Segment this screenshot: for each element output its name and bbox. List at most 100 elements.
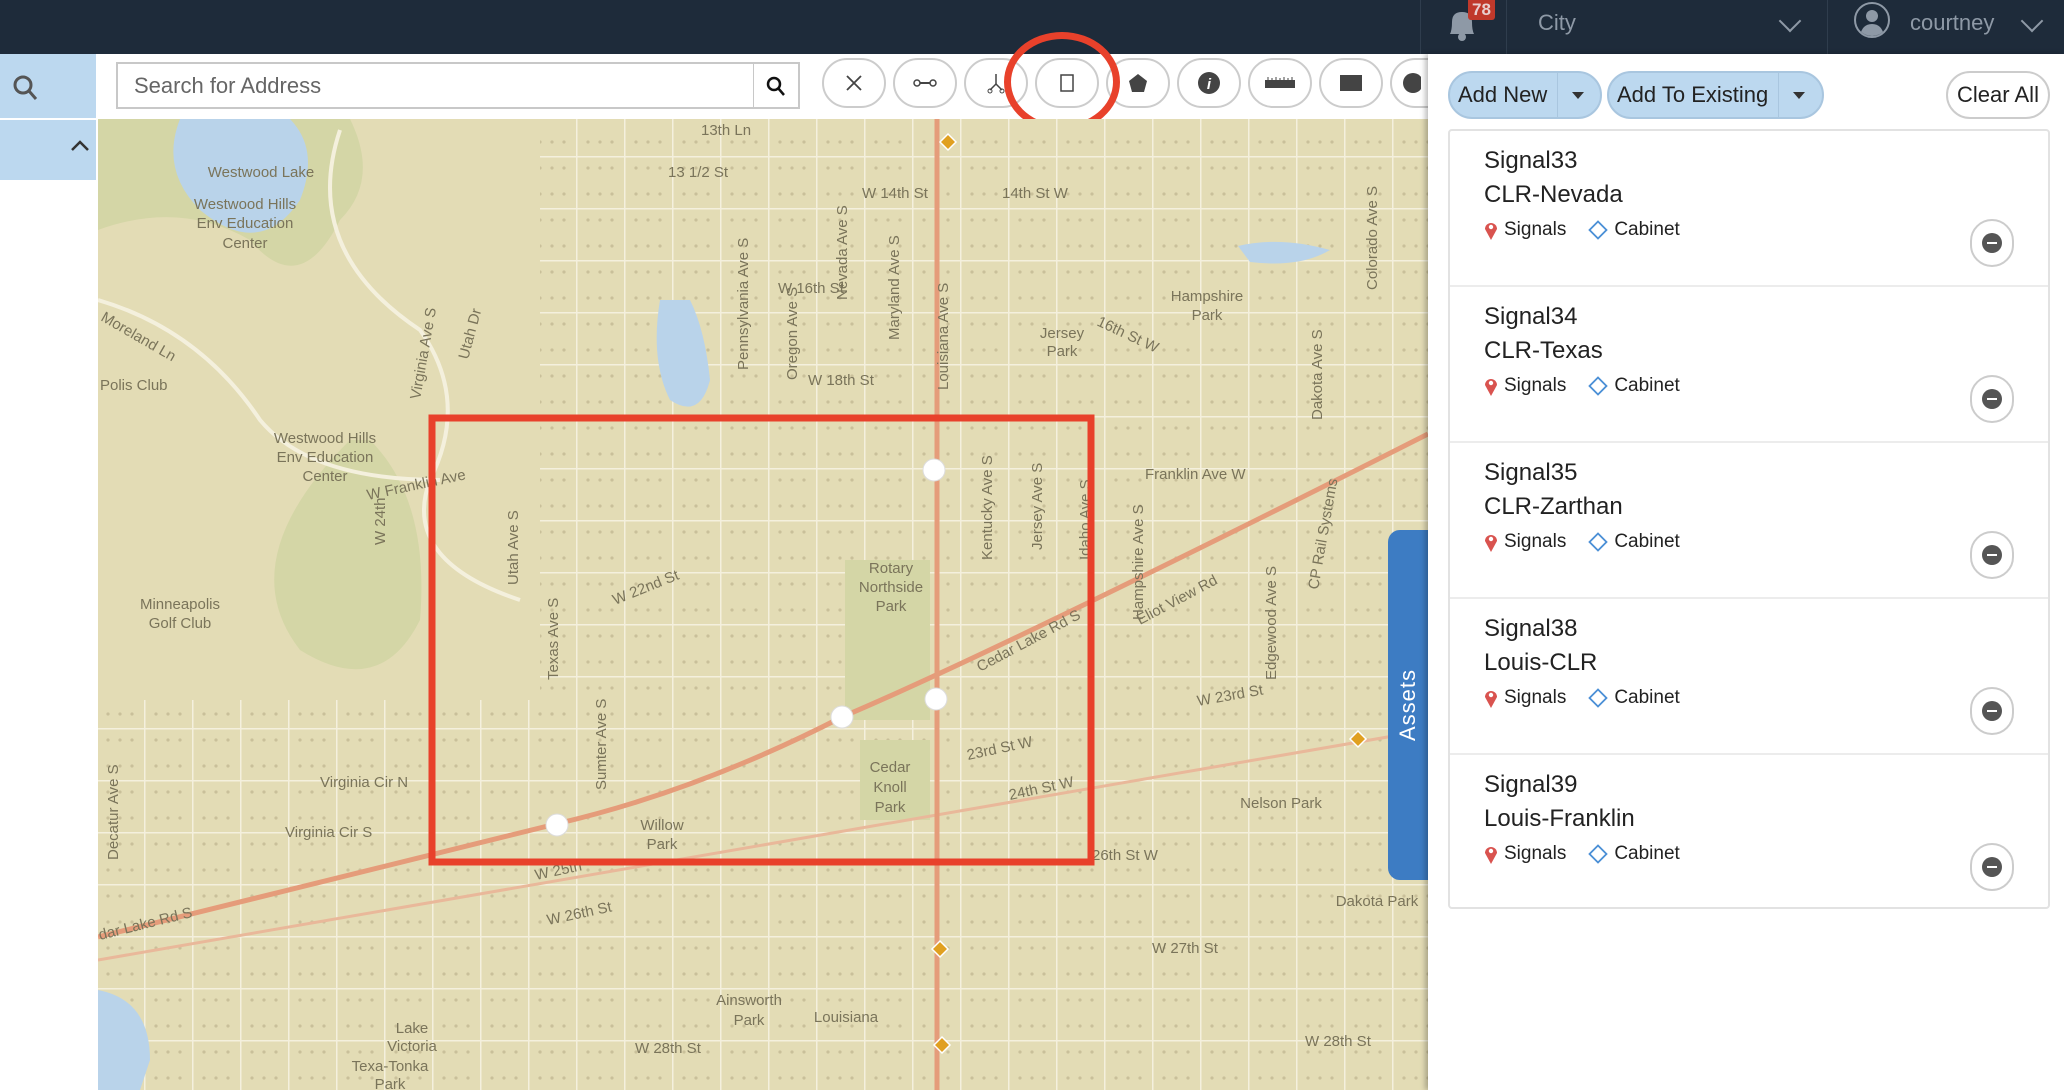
minus-circle-icon bbox=[1982, 857, 2002, 877]
rectangle-select-tool-button[interactable] bbox=[1035, 58, 1099, 108]
map-label: Kentucky Ave S bbox=[979, 455, 996, 560]
chevron-down-icon[interactable] bbox=[2020, 9, 2044, 33]
map-label: Louisiana bbox=[814, 1009, 879, 1026]
asset-name: CLR-Texas bbox=[1484, 337, 1603, 364]
cabinet-tag-icon bbox=[1588, 532, 1609, 552]
map-label: Park bbox=[1047, 343, 1078, 360]
minus-circle-icon bbox=[1982, 701, 2002, 721]
line-segment-icon bbox=[913, 79, 937, 87]
cabinet-tag-icon bbox=[1588, 844, 1609, 864]
search-input[interactable] bbox=[118, 64, 754, 107]
chevron-down-icon[interactable] bbox=[1778, 9, 1802, 33]
map-label: Hampshire bbox=[1171, 288, 1244, 305]
map-label: Dakota Park bbox=[1336, 893, 1419, 910]
search-icon bbox=[766, 76, 785, 96]
asset-meta: Signals Cabinet bbox=[1484, 219, 1680, 241]
asset-type: Cabinet bbox=[1614, 219, 1680, 240]
map-label: Maryland Ave S bbox=[886, 235, 903, 340]
list-item[interactable]: Signal35 CLR-Zarthan Signals Cabinet bbox=[1450, 443, 2048, 599]
caret-down-icon[interactable] bbox=[1572, 91, 1585, 99]
list-item[interactable]: Signal38 Louis-CLR Signals Cabinet bbox=[1450, 599, 2048, 755]
map-label: Edgewood Ave S bbox=[1263, 566, 1280, 680]
clear-all-button[interactable]: Clear All bbox=[1946, 71, 2050, 119]
minus-circle-icon bbox=[1982, 233, 2002, 253]
map-pin-icon bbox=[1485, 223, 1497, 240]
collapse-button[interactable] bbox=[0, 120, 96, 180]
list-item[interactable]: Signal34 CLR-Texas Signals Cabinet bbox=[1450, 287, 2048, 443]
asset-meta: Signals Cabinet bbox=[1484, 687, 1680, 709]
asset-layer: Signals bbox=[1504, 531, 1567, 552]
search-icon bbox=[13, 75, 38, 100]
minus-circle-icon bbox=[1982, 389, 2002, 409]
remove-button[interactable] bbox=[1970, 687, 2014, 735]
map-label: Decatur Ave S bbox=[105, 764, 122, 860]
line-tool-button[interactable] bbox=[893, 58, 957, 108]
asset-type: Cabinet bbox=[1614, 531, 1680, 552]
clear-tool-button[interactable] bbox=[822, 58, 886, 108]
fill-tool-button[interactable] bbox=[1319, 58, 1383, 108]
avatar[interactable] bbox=[1854, 2, 1890, 38]
asset-layer: Signals bbox=[1504, 687, 1567, 708]
map-label: Utah Ave S bbox=[505, 510, 522, 585]
map-label: Park bbox=[875, 799, 906, 816]
cabinet-tag-icon bbox=[1588, 220, 1609, 240]
close-icon bbox=[846, 75, 862, 91]
add-to-existing-button[interactable]: Add To Existing bbox=[1607, 71, 1824, 119]
org-selector[interactable]: City bbox=[1538, 10, 1576, 36]
map-label: Virginia Cir N bbox=[320, 774, 408, 791]
map-label: 13th Ln bbox=[701, 122, 751, 139]
assets-tab-label: Assets bbox=[1395, 668, 1420, 742]
search-button[interactable] bbox=[754, 64, 798, 107]
map-canvas[interactable]: 13th Ln 13 1/2 St W 14th St 14th St W We… bbox=[98, 119, 1428, 1090]
remove-button[interactable] bbox=[1970, 375, 2014, 423]
asset-type: Cabinet bbox=[1614, 687, 1680, 708]
signal-point[interactable] bbox=[545, 813, 569, 837]
signal-point[interactable] bbox=[830, 705, 854, 729]
add-new-button[interactable]: Add New bbox=[1448, 71, 1602, 119]
map-svg[interactable]: 13th Ln 13 1/2 St W 14th St 14th St W We… bbox=[98, 119, 1428, 1090]
caret-down-icon[interactable] bbox=[1793, 91, 1806, 99]
map-pin-icon bbox=[1485, 691, 1497, 708]
info-tool-button[interactable]: i bbox=[1177, 58, 1241, 108]
map-label: Texas Ave S bbox=[545, 598, 562, 680]
map-label: Westwood Hills bbox=[194, 196, 296, 213]
remove-button[interactable] bbox=[1970, 843, 2014, 891]
assets-tab[interactable]: Assets bbox=[1388, 530, 1428, 880]
remove-button[interactable] bbox=[1970, 531, 2014, 579]
map-label: Park bbox=[734, 1012, 765, 1029]
asset-layer: Signals bbox=[1504, 843, 1567, 864]
polygon-tool-button[interactable] bbox=[1106, 58, 1170, 108]
asset-layer: Signals bbox=[1504, 375, 1567, 396]
list-item[interactable]: Signal33 CLR-Nevada Signals Cabinet bbox=[1450, 131, 2048, 287]
filled-rectangle-icon bbox=[1340, 75, 1362, 91]
add-new-label[interactable]: Add New bbox=[1450, 73, 1559, 117]
add-to-existing-label[interactable]: Add To Existing bbox=[1609, 73, 1780, 117]
map-label: Minneapolis bbox=[140, 596, 220, 613]
map-pin-icon bbox=[1485, 379, 1497, 396]
map-label: Virginia Cir S bbox=[285, 824, 372, 841]
trace-tool-button[interactable] bbox=[964, 58, 1028, 108]
ruler-icon bbox=[1265, 77, 1295, 88]
asset-meta: Signals Cabinet bbox=[1484, 531, 1680, 553]
map-label: Franklin Ave W bbox=[1145, 466, 1246, 483]
list-item[interactable]: Signal39 Louis-Franklin Signals Cabinet bbox=[1450, 755, 2048, 911]
map-pin-icon bbox=[1485, 535, 1497, 552]
map-label: W 27th St bbox=[1152, 940, 1219, 957]
asset-meta: Signals Cabinet bbox=[1484, 375, 1680, 397]
user-menu[interactable]: courtney bbox=[1910, 10, 1994, 36]
signal-point[interactable] bbox=[922, 458, 946, 482]
map-label: Center bbox=[222, 235, 267, 252]
asset-id: Signal34 bbox=[1484, 303, 1578, 330]
asset-id: Signal33 bbox=[1484, 147, 1578, 174]
signal-point[interactable] bbox=[924, 687, 948, 711]
sidebar-search-button[interactable] bbox=[0, 54, 96, 118]
cabinet-tag-icon bbox=[1588, 376, 1609, 396]
map-label: Victoria bbox=[387, 1038, 437, 1055]
divider bbox=[1420, 0, 1421, 54]
remove-button[interactable] bbox=[1970, 219, 2014, 267]
measure-tool-button[interactable] bbox=[1248, 58, 1312, 108]
map-label: Westwood Hills bbox=[274, 430, 376, 447]
map-label: Park bbox=[375, 1076, 406, 1090]
selection-panel: Add New Add To Existing Clear All Signal… bbox=[1428, 54, 2064, 1090]
map-label: Lake bbox=[396, 1020, 429, 1037]
